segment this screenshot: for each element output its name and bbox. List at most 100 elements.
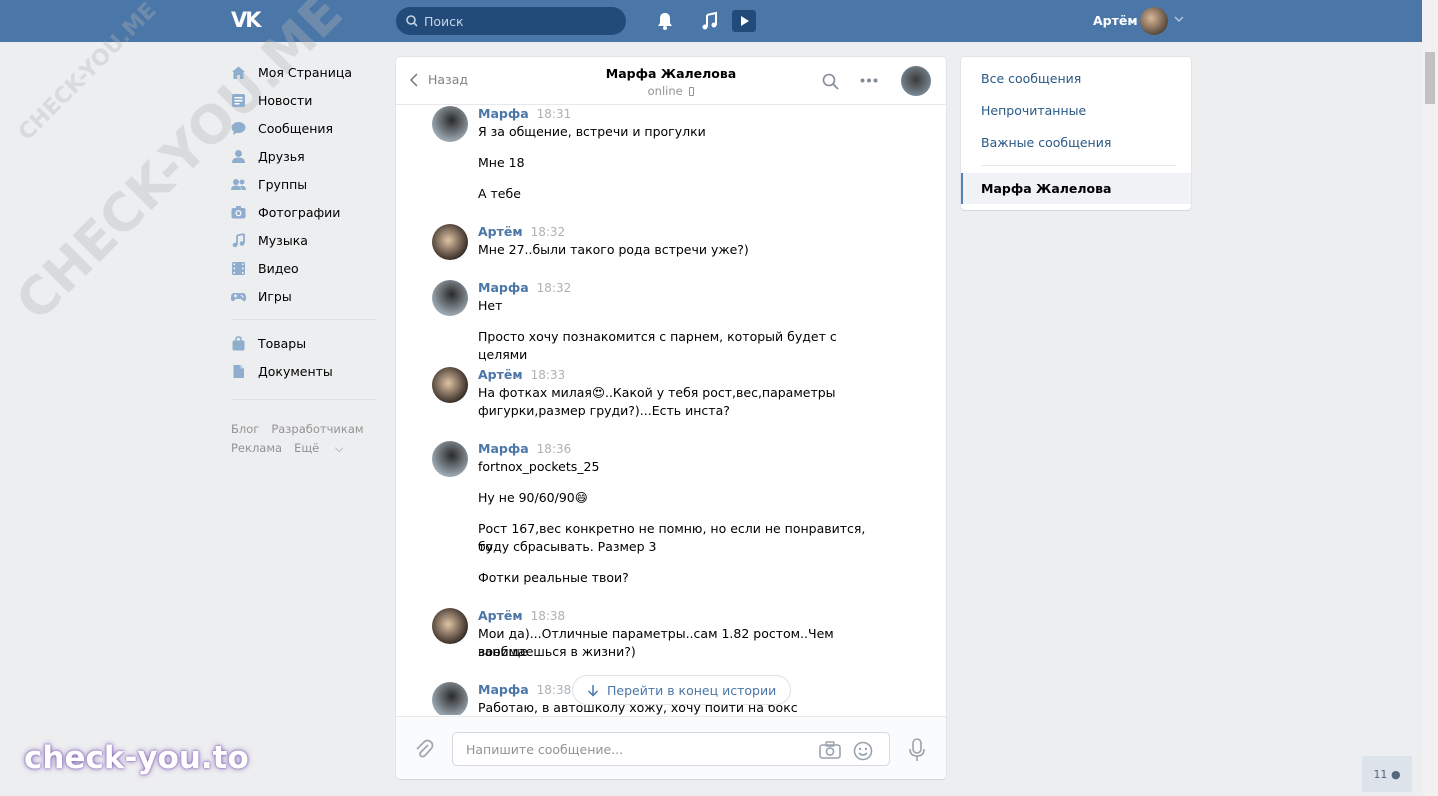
author-name[interactable]: Артём: [478, 608, 523, 623]
author-name[interactable]: Марфа: [478, 280, 529, 295]
nav-item-gamepad[interactable]: Игры: [231, 282, 381, 310]
author-avatar[interactable]: [432, 607, 468, 644]
nav-item-label: Сообщения: [258, 120, 334, 136]
message-time[interactable]: 18:36: [537, 442, 572, 456]
footer-link-ads[interactable]: Реклама: [231, 441, 282, 455]
chevron-down-icon[interactable]: [1174, 14, 1184, 24]
nav-item-label: Музыка: [258, 232, 308, 248]
author-avatar[interactable]: [432, 681, 468, 715]
person-icon: ●: [1390, 767, 1401, 781]
search-box[interactable]: Поиск: [396, 7, 626, 35]
nav-item-video[interactable]: Видео: [231, 254, 381, 282]
nav-item-home[interactable]: Моя Страница: [231, 58, 381, 86]
messages-filter-menu: Все сообщения Непрочитанные Важные сообщ…: [961, 57, 1191, 210]
author-name[interactable]: Марфа: [478, 441, 529, 456]
author-line: Марфа 18:36: [478, 441, 571, 456]
message-time[interactable]: 18:32: [537, 281, 572, 295]
author-avatar[interactable]: [432, 223, 468, 260]
author-name[interactable]: Марфа: [478, 682, 529, 697]
music-note-icon[interactable]: [700, 11, 720, 31]
nav-item-music[interactable]: Музыка: [231, 226, 381, 254]
message-text: А тебе: [478, 185, 521, 201]
document-icon: [231, 364, 246, 379]
menu-active-dialog[interactable]: Марфа Жалелова: [961, 173, 1191, 204]
camera-icon[interactable]: [819, 741, 841, 759]
news-icon: [231, 93, 246, 108]
message-time[interactable]: 18:38: [537, 683, 572, 697]
video-icon: [231, 261, 246, 276]
footer-link-blog[interactable]: Блог: [231, 422, 259, 436]
play-icon[interactable]: [732, 10, 756, 32]
scrollbar-thumb[interactable]: [1425, 52, 1435, 104]
menu-important[interactable]: Важные сообщения: [981, 135, 1111, 150]
message-time[interactable]: 18:31: [537, 107, 572, 121]
message-text: Мне 18: [478, 154, 525, 170]
message-text: Я за общение, встречи и прогулки: [478, 123, 706, 139]
author-name[interactable]: Марфа: [478, 106, 529, 121]
emoji-icon[interactable]: [853, 741, 873, 761]
search-icon[interactable]: [822, 73, 839, 90]
camera-icon: [231, 205, 246, 220]
author-avatar[interactable]: [432, 440, 468, 477]
menu-unread[interactable]: Непрочитанные: [981, 103, 1086, 118]
more-icon[interactable]: [860, 78, 878, 83]
goto-end-button[interactable]: Перейти в конец истории: [572, 675, 792, 705]
message-text: фигурки,размер груди?)...Есть инста?: [478, 402, 730, 418]
message-text: Фотки реальные твои?: [478, 569, 629, 585]
nav-item-label: Фотографии: [258, 204, 341, 220]
nav-divider: [231, 399, 376, 400]
user-avatar[interactable]: [1140, 7, 1168, 35]
message-text: буду сбрасывать. Размер 3: [478, 538, 657, 554]
peer-status: online: [396, 84, 946, 98]
nav-item-news[interactable]: Новости: [231, 86, 381, 114]
gamepad-icon: [231, 289, 246, 304]
nav-item-label: Новости: [258, 92, 313, 108]
message-text: fortnox_pockets_25: [478, 458, 600, 474]
nav-item-messages[interactable]: Сообщения: [231, 114, 381, 142]
vk-logo[interactable]: VK: [231, 9, 265, 31]
nav-item-document[interactable]: Документы: [231, 357, 381, 385]
counter-value: 11: [1373, 767, 1388, 781]
author-name[interactable]: Артём: [478, 367, 523, 382]
paperclip-icon[interactable]: [414, 739, 434, 759]
mobile-icon: [689, 87, 695, 96]
author-avatar[interactable]: [432, 366, 468, 403]
message-time[interactable]: 18:33: [531, 368, 566, 382]
nav-item-bag[interactable]: Товары: [231, 329, 381, 357]
peer-status-text: online: [647, 84, 683, 98]
nav-item-camera[interactable]: Фотографии: [231, 198, 381, 226]
online-counter[interactable]: 11 ●: [1362, 756, 1412, 792]
nav-item-label: Товары: [258, 335, 307, 351]
music-icon: [231, 232, 246, 248]
footer-link-dev[interactable]: Разработчикам: [271, 422, 363, 436]
message-input-placeholder: Напишите сообщение...: [466, 741, 624, 757]
nav-item-friends[interactable]: Друзья: [231, 142, 381, 170]
page-scrollbar[interactable]: [1422, 0, 1438, 796]
bag-icon: [231, 335, 246, 351]
home-icon: [231, 65, 246, 80]
menu-all-messages[interactable]: Все сообщения: [981, 71, 1081, 86]
author-avatar[interactable]: [432, 106, 468, 142]
message-group[interactable]: Марфа 18:36 fortnox_pockets_25 Ну не 90/60/…: [432, 440, 912, 591]
nav-item-label: Друзья: [258, 148, 305, 164]
author-line: Марфа 18:32: [478, 280, 571, 295]
brand-watermark: check-you.to: [24, 740, 249, 776]
author-avatar[interactable]: [432, 279, 468, 316]
message-history[interactable]: Марфа 18:31 Я за общение, встречи и прогул…: [396, 106, 946, 715]
message-text: Ну не 90/60/90😄: [478, 489, 588, 505]
user-name[interactable]: Артём: [1093, 13, 1138, 28]
microphone-icon[interactable]: [908, 738, 926, 762]
message-time[interactable]: 18:32: [531, 225, 566, 239]
message-time[interactable]: 18:38: [531, 609, 566, 623]
footer-link-more[interactable]: Ещё ⌵: [294, 441, 344, 455]
peer-avatar[interactable]: [901, 66, 931, 96]
chat-panel: Назад Марфа Жалелова online Марфа 18:31 Я …: [396, 57, 946, 779]
messages-icon: [231, 121, 246, 136]
message-text: Мне 27..были такого рода встречи уже?): [478, 241, 749, 257]
nav-divider: [231, 319, 376, 320]
author-line: Артём 18:33: [478, 367, 565, 382]
author-name[interactable]: Артём: [478, 224, 523, 239]
arrow-down-icon: [587, 684, 599, 697]
bell-icon[interactable]: [655, 11, 675, 31]
nav-item-groups[interactable]: Группы: [231, 170, 381, 198]
